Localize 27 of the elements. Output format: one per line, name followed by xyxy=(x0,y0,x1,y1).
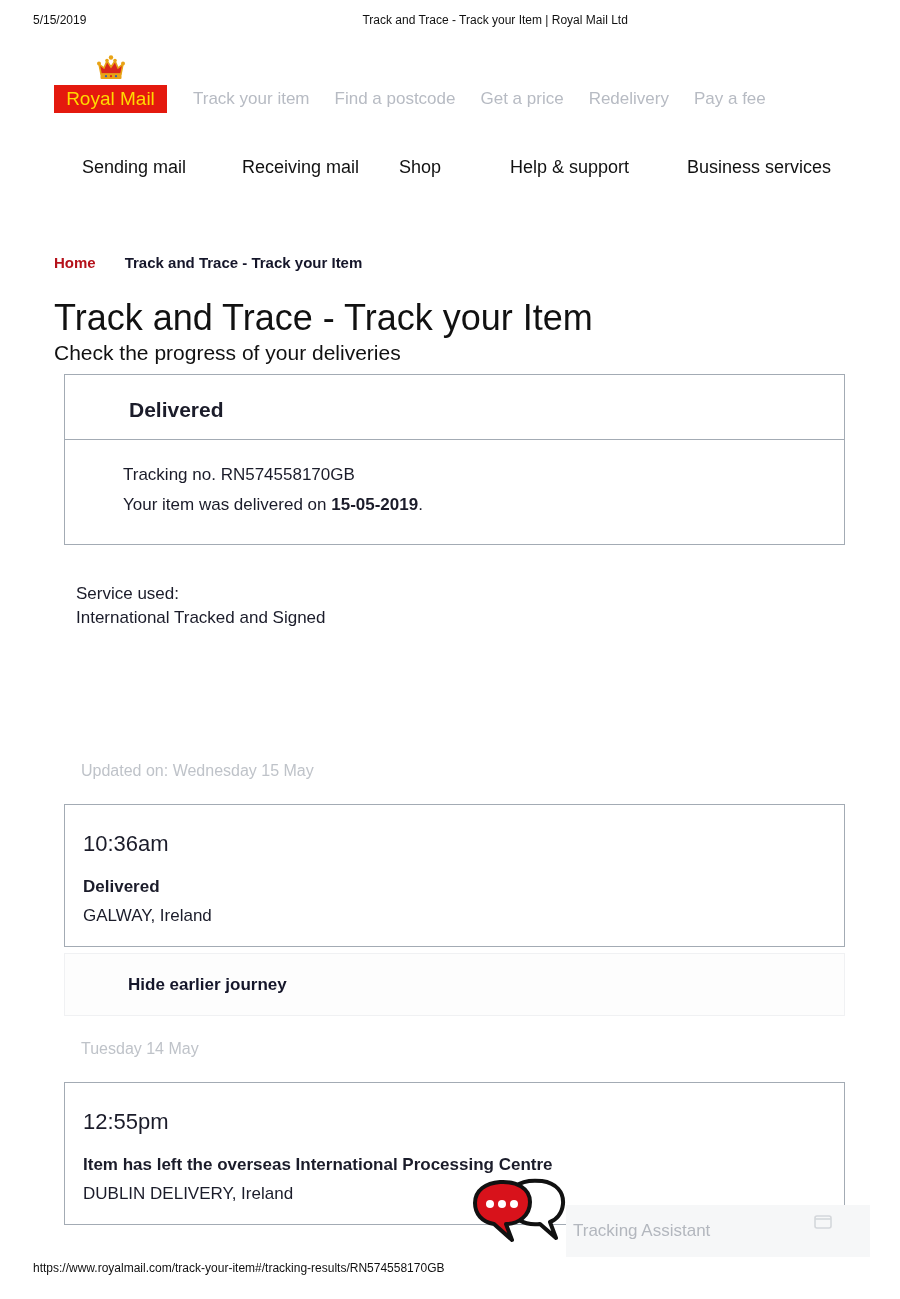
main-nav-link[interactable]: Help & support xyxy=(510,155,630,179)
hide-journey-button[interactable]: Hide earlier journey xyxy=(64,953,845,1016)
breadcrumb-current: Track and Trace - Track your Item xyxy=(124,253,363,273)
status-title: Delivered xyxy=(129,398,224,422)
print-url: https://www.royalmail.com/track-your-item#/tracking-results/RN574558170GB xyxy=(33,1260,445,1276)
main-nav-link[interactable]: Business services xyxy=(687,155,832,179)
event-time: 12:55pm xyxy=(83,1108,169,1136)
crown-icon xyxy=(95,55,126,80)
page-title: Track and Trace - Track your Item xyxy=(54,298,593,338)
main-nav-link[interactable]: Sending mail xyxy=(82,155,187,179)
event-location: DUBLIN DELIVERY, Ireland xyxy=(83,1183,294,1205)
date-label: Tuesday 14 May xyxy=(81,1039,199,1059)
service-value: International Tracked and Signed xyxy=(76,607,326,629)
event-status: Delivered xyxy=(83,876,160,898)
main-nav-link[interactable]: Receiving mail xyxy=(242,155,360,179)
delivered-message: Your item was delivered on 15-05-2019. xyxy=(123,494,423,516)
breadcrumb-link[interactable]: Home xyxy=(54,253,96,273)
event-time: 10:36am xyxy=(83,830,169,858)
event-location: GALWAY, Ireland xyxy=(83,905,212,927)
page-subtitle: Check the progress of your deliveries xyxy=(54,341,401,365)
service-label: Service used: xyxy=(76,583,179,605)
print-title: Track and Trace - Track your Item | Royal Mail Ltd xyxy=(362,12,628,28)
tracking-number: Tracking no. RN574558170GB xyxy=(123,464,355,486)
date-label: Updated on: Wednesday 15 May xyxy=(81,761,314,781)
print-date: 5/15/2019 xyxy=(33,12,87,28)
main-nav-link[interactable]: Shop xyxy=(399,155,442,179)
event-status: Item has left the overseas International Processing Centre xyxy=(83,1154,553,1176)
